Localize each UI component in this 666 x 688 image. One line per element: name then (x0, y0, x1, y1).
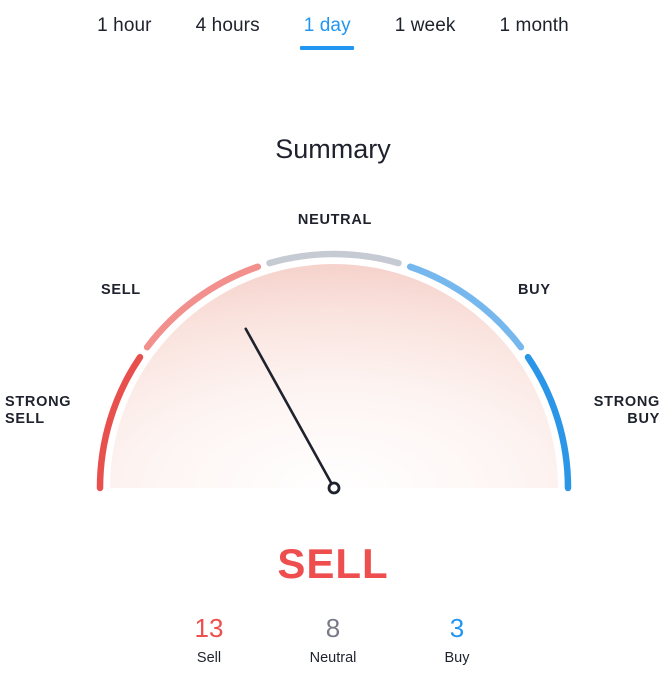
verdict-text: SELL (277, 540, 389, 587)
tab-1-day[interactable]: 1 day (282, 0, 373, 50)
tab-label: 1 day (303, 15, 351, 36)
gauge-needle-pivot (327, 481, 341, 495)
counter-sell: 13 Sell (147, 612, 271, 669)
counter-value: 8 (325, 613, 341, 643)
tab-1-week[interactable]: 1 week (373, 0, 478, 48)
gauge-arc-neutral (266, 250, 402, 267)
counter-label: Buy (444, 650, 470, 666)
tab-4-hours[interactable]: 4 hours (174, 0, 282, 48)
timeframe-tabbar: 1 hour 4 hours 1 day 1 week 1 month (0, 0, 666, 68)
gauge-label-strong-buy: STRONG BUY (593, 394, 660, 427)
counter-buy: 3 Buy (395, 612, 519, 669)
tab-label: 1 month (499, 15, 569, 36)
gauge-label-buy: BUY (518, 282, 551, 298)
counter-value: 3 (449, 613, 465, 643)
gauge-label-neutral: NEUTRAL (297, 212, 373, 228)
counter-value: 13 (194, 613, 224, 643)
tab-label: 1 week (394, 15, 456, 36)
counter-neutral: 8 Neutral (271, 612, 395, 669)
page-title: Summary (275, 134, 391, 164)
tab-1-month[interactable]: 1 month (478, 0, 591, 48)
tab-active-underline (300, 46, 355, 50)
gauge-label-sell: SELL (101, 282, 141, 298)
tab-label: 1 hour (97, 15, 152, 36)
tab-1-hour[interactable]: 1 hour (75, 0, 173, 48)
counter-label: Neutral (309, 650, 357, 666)
gauge-label-strong-sell: STRONG SELL (5, 394, 72, 427)
summary-gauge: STRONG SELL SELL NEUTRAL BUY STRONG BUY (0, 196, 666, 516)
signal-counters: 13 Sell 8 Neutral 3 Buy (0, 612, 666, 669)
gauge-svg (96, 250, 572, 495)
counter-label: Sell (196, 650, 222, 666)
tab-label: 4 hours (195, 15, 260, 36)
